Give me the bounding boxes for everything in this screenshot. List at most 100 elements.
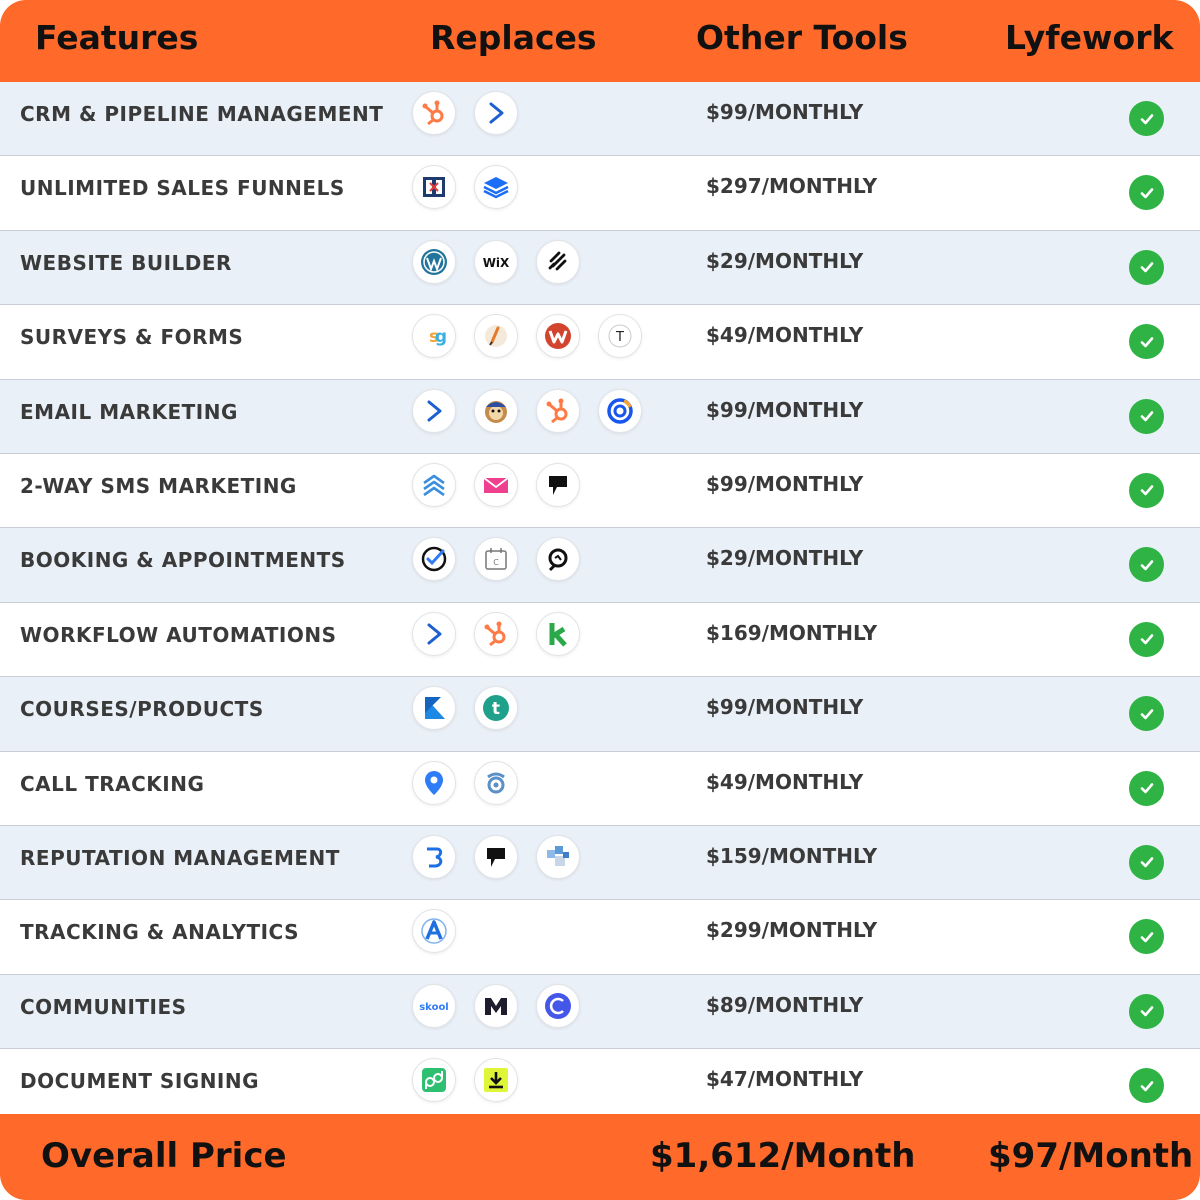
- check-icon: [1129, 696, 1164, 732]
- jotform-icon: [474, 314, 518, 359]
- svg-text:WiX: WiX: [483, 256, 510, 270]
- other-tools-price: $99/MONTHLY: [706, 100, 864, 124]
- calendar-search-icon: [536, 537, 580, 582]
- table-row: CRM & PIPELINE MANAGEMENT $99/MONTHLY: [0, 82, 1200, 157]
- feature-name: UNLIMITED SALES FUNNELS: [20, 176, 345, 201]
- replaced-tools: [412, 909, 456, 957]
- hubspot-icon: [412, 91, 456, 135]
- feature-name: WORKFLOW AUTOMATIONS: [20, 622, 337, 647]
- feature-name: COURSES/PRODUCTS: [20, 697, 264, 722]
- puzzle-icon: [536, 834, 580, 879]
- check-icon: [1129, 844, 1164, 880]
- feature-name: EMAIL MARKETING: [20, 399, 238, 424]
- other-tools-price: $49/MONTHLY: [706, 769, 864, 794]
- hubspot-icon: [536, 388, 580, 433]
- circle-c-icon: [536, 983, 580, 1028]
- acuity-check-icon: [412, 537, 456, 582]
- check-icon: [1129, 249, 1164, 285]
- podium-icon: [474, 834, 518, 879]
- teachable-icon: t: [474, 686, 518, 731]
- replaced-tools: [412, 165, 518, 213]
- hubspot-icon: [474, 611, 518, 656]
- kajabi-icon: [412, 686, 456, 731]
- mailchimp-icon: [474, 388, 518, 433]
- other-tools-price: $89/MONTHLY: [706, 992, 864, 1017]
- replaced-tools: [412, 91, 518, 139]
- other-tools-price: $159/MONTHLY: [706, 843, 878, 868]
- other-tools-price: $99/MONTHLY: [706, 695, 864, 720]
- constantcontact-icon: [598, 388, 642, 433]
- feature-name: BOOKING & APPOINTMENTS: [20, 548, 346, 573]
- table-row: SURVEYS & FORMS s g T $49/MONTHLY: [0, 305, 1200, 380]
- callrail-icon: [474, 760, 518, 805]
- check-icon: [1129, 101, 1164, 136]
- feature-name: COMMUNITIES: [20, 994, 187, 1019]
- skool-icon: skool: [412, 983, 456, 1028]
- other-tools-price: $99/MONTHLY: [706, 471, 864, 496]
- footer-other-total: $1,612/Month: [650, 1136, 916, 1176]
- table-row: COMMUNITIES skool $89/MONTHLY: [0, 974, 1200, 1050]
- feature-name: SURVEYS & FORMS: [20, 325, 244, 350]
- wordpress-icon: [412, 239, 456, 284]
- check-icon: [1129, 398, 1164, 434]
- svg-text:C: C: [493, 558, 499, 567]
- chevrons-up-icon: [412, 462, 456, 507]
- activecampaign-icon: [474, 91, 518, 135]
- birdeye-icon: [412, 834, 456, 879]
- table-row: UNLIMITED SALES FUNNELS $297/MONTHLY: [0, 156, 1200, 231]
- check-icon: [1129, 175, 1164, 211]
- pandadoc-icon: [412, 1058, 456, 1103]
- replaced-tools: [412, 462, 580, 511]
- mighty-icon: [474, 983, 518, 1028]
- table-row: WORKFLOW AUTOMATIONS $169/MONTHLY: [0, 602, 1200, 678]
- table-row: COURSES/PRODUCTS t $99/MONTHLY: [0, 677, 1200, 752]
- activecampaign-icon: [412, 611, 456, 656]
- clickfunnels-icon: [412, 165, 456, 210]
- check-icon: [1129, 770, 1164, 806]
- envelope-icon: [474, 462, 518, 507]
- check-icon: [1129, 472, 1164, 508]
- activecampaign-icon: [412, 388, 456, 433]
- replaced-tools: sg T: [412, 314, 642, 362]
- table-row: WEBSITE BUILDER WiX $29/MONTHLY: [0, 230, 1200, 306]
- typeform-icon: T: [598, 314, 642, 359]
- podium-icon: [536, 462, 580, 507]
- check-icon: [1129, 919, 1164, 955]
- replaced-tools: [412, 1058, 518, 1106]
- replaced-tools: [412, 388, 642, 437]
- header-brand: Lyfework: [1005, 18, 1174, 57]
- replaced-tools: [412, 760, 518, 809]
- feature-rows: CRM & PIPELINE MANAGEMENT $99/MONTHLY UNLI…: [0, 82, 1200, 1124]
- feature-name: CALL TRACKING: [20, 771, 205, 796]
- svg-text:g: g: [435, 327, 447, 347]
- table-row: EMAIL MARKETING $99/MONTHLY: [0, 379, 1200, 454]
- footer-lyfework-total: $97/Month: [988, 1136, 1194, 1176]
- check-icon: [1129, 547, 1164, 583]
- other-tools-price: $29/MONTHLY: [706, 248, 864, 273]
- other-tools-price: $29/MONTHLY: [706, 546, 864, 571]
- table-header: Features Replaces Other Tools Lyfework: [0, 0, 1200, 82]
- feature-name: CRM & PIPELINE MANAGEMENT: [20, 102, 384, 126]
- replaced-tools: t: [412, 686, 518, 734]
- replaced-tools: [412, 834, 580, 883]
- header-replaces: Replaces: [430, 18, 597, 57]
- keap-icon: [536, 611, 580, 656]
- table-row: 2-WAY SMS MARKETING $99/MONTHLY: [0, 453, 1200, 529]
- header-other-tools: Other Tools: [696, 18, 908, 57]
- replaced-tools: WiX: [412, 239, 580, 288]
- wufoo-icon: [536, 314, 580, 359]
- analytics-a-icon: [412, 909, 456, 954]
- table-row: DOCUMENT SIGNING $47/MONTHLY: [0, 1049, 1200, 1124]
- location-pin-icon: [412, 760, 456, 805]
- other-tools-price: $99/MONTHLY: [706, 397, 864, 422]
- wix-icon: WiX: [474, 239, 518, 284]
- feature-name: 2-WAY SMS MARKETING: [20, 473, 297, 498]
- squarespace-icon: [536, 239, 580, 284]
- header-features: Features: [35, 18, 199, 57]
- table-row: TRACKING & ANALYTICS $299/MONTHLY: [0, 900, 1200, 975]
- replaced-tools: C: [412, 537, 580, 585]
- other-tools-price: $169/MONTHLY: [706, 620, 878, 645]
- calendly-icon: C: [474, 537, 518, 582]
- feature-name: DOCUMENT SIGNING: [20, 1069, 260, 1094]
- feature-name: TRACKING & ANALYTICS: [20, 920, 300, 945]
